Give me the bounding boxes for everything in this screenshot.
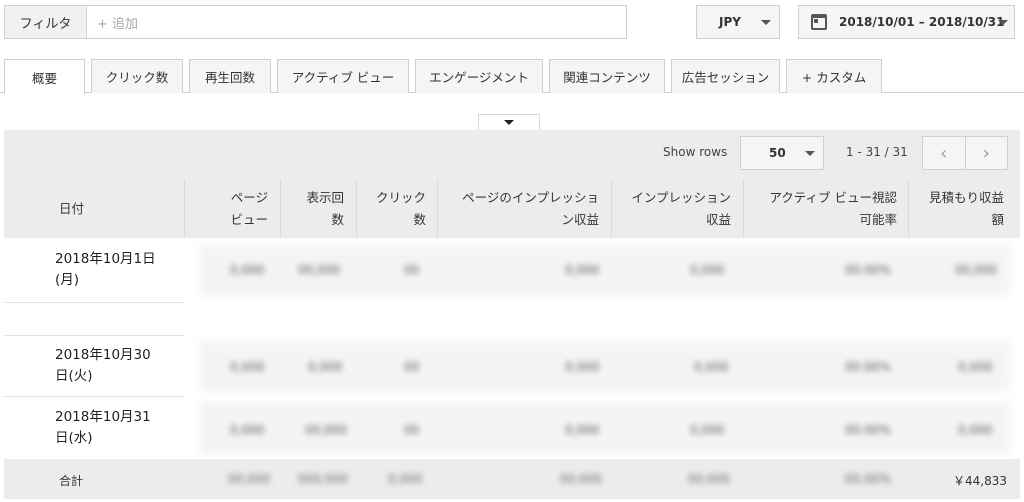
calendar-icon [811, 14, 827, 30]
blurred-cell: 00 [404, 263, 420, 277]
pagination-controls: ‹ › [922, 136, 1008, 170]
tab-ad-sessions[interactable]: 広告セッション [671, 59, 780, 93]
chevron-down-icon [998, 20, 1008, 25]
col-header-date[interactable]: 日付 [59, 180, 179, 238]
blurred-cell: 00.00% [845, 263, 891, 277]
blurred-cell: 00.00% [845, 423, 891, 437]
total-estimated-revenue: ￥44,833 [953, 474, 1007, 488]
row-divider [4, 302, 184, 303]
row-date: 2018年10月1日 (月) [55, 251, 156, 288]
blurred-cell: 0,000 [694, 360, 729, 374]
chevron-down-icon [805, 151, 815, 156]
col-header-impression-revenue[interactable]: インプレッション 収益 [617, 180, 731, 238]
col-header-clicks[interactable]: クリック 数 [362, 180, 426, 238]
currency-value: JPY [719, 15, 741, 29]
collapse-toggle-button[interactable] [478, 114, 540, 130]
filter-add-input[interactable]: + 追加 [87, 13, 138, 32]
tab-clicks[interactable]: クリック数 [91, 59, 183, 93]
next-page-button[interactable]: › [966, 137, 1008, 169]
date-range-value: 2018/10/01 – 2018/10/31 [839, 15, 1005, 29]
blurred-cell: 0,000 [690, 263, 725, 277]
blurred-cell: 0,000 [388, 472, 423, 486]
blurred-cell: 00,000 [955, 263, 997, 277]
filter-bar[interactable]: フィルタ + 追加 [4, 5, 627, 39]
blurred-cell: 00.00% [845, 360, 891, 374]
blurred-cell: 000,000 [298, 472, 348, 486]
row-date: 2018年10月30 日(火) [55, 347, 151, 384]
filter-button[interactable]: フィルタ [5, 6, 87, 38]
rows-per-page-select[interactable]: 50 [740, 136, 824, 170]
blurred-cell: 00,000 [688, 472, 730, 486]
row-date: 2018年10月31 日(水) [55, 409, 151, 446]
tab-engagement[interactable]: エンゲージメント [415, 59, 543, 93]
blurred-cell: 0,000 [565, 423, 600, 437]
col-header-estimated-revenue[interactable]: 見積もり収益 額 [914, 180, 1004, 238]
blurred-cell: 00,000 [305, 423, 347, 437]
col-header-page-views[interactable]: ページ ビュー [200, 180, 268, 238]
rows-per-page-value: 50 [769, 146, 786, 160]
blurred-cell: 0,000 [565, 263, 600, 277]
prev-page-button[interactable]: ‹ [923, 137, 966, 169]
blurred-cell: 0,000 [308, 360, 343, 374]
blurred-cell: 00,000 [560, 472, 602, 486]
column-divider [437, 180, 438, 238]
tab-playbacks[interactable]: 再生回数 [189, 59, 271, 93]
col-header-impressions[interactable]: 表示回 数 [286, 180, 344, 238]
show-rows-label: Show rows [663, 145, 728, 159]
blurred-cell: 00 [404, 423, 420, 437]
report-tabs: 概要 クリック数 再生回数 アクティブ ビュー エンゲージメント 関連コンテンツ… [4, 59, 888, 94]
column-divider [743, 180, 744, 238]
tab-related-content[interactable]: 関連コンテンツ [549, 59, 665, 93]
blurred-cell: 0,000 [958, 423, 993, 437]
currency-select[interactable]: JPY [696, 5, 780, 39]
caret-down-icon [504, 120, 514, 125]
column-divider [280, 180, 281, 238]
blurred-cell: 0,000 [230, 423, 265, 437]
tab-active-view[interactable]: アクティブ ビュー [277, 59, 409, 93]
column-divider [908, 180, 909, 238]
blurred-cell: 00,000 [228, 472, 270, 486]
total-label: 合計 [59, 474, 84, 488]
column-divider [184, 180, 185, 238]
blurred-cell: 0,000 [230, 360, 265, 374]
column-divider [611, 180, 612, 238]
col-header-page-impression-revenue[interactable]: ページのインプレッショ ン収益 [443, 180, 599, 238]
pagination-range: 1 - 31 / 31 [846, 145, 908, 159]
tab-overview[interactable]: 概要 [4, 59, 85, 94]
blurred-cell: 0,000 [565, 360, 600, 374]
column-divider [356, 180, 357, 238]
blurred-cell: 0,000 [230, 263, 265, 277]
blurred-cell: 00 [404, 360, 420, 374]
date-range-picker[interactable]: 2018/10/01 – 2018/10/31 [798, 5, 1015, 39]
col-header-active-view-rate[interactable]: アクティブ ビュー視認 可能率 [749, 180, 897, 238]
chevron-down-icon [761, 20, 771, 25]
blurred-cell: 00.00% [845, 472, 891, 486]
blurred-cell: 0,000 [958, 360, 993, 374]
tab-custom[interactable]: + カスタム [786, 59, 882, 93]
blurred-cell: 0,000 [690, 423, 725, 437]
blurred-cell: 00,000 [298, 263, 340, 277]
